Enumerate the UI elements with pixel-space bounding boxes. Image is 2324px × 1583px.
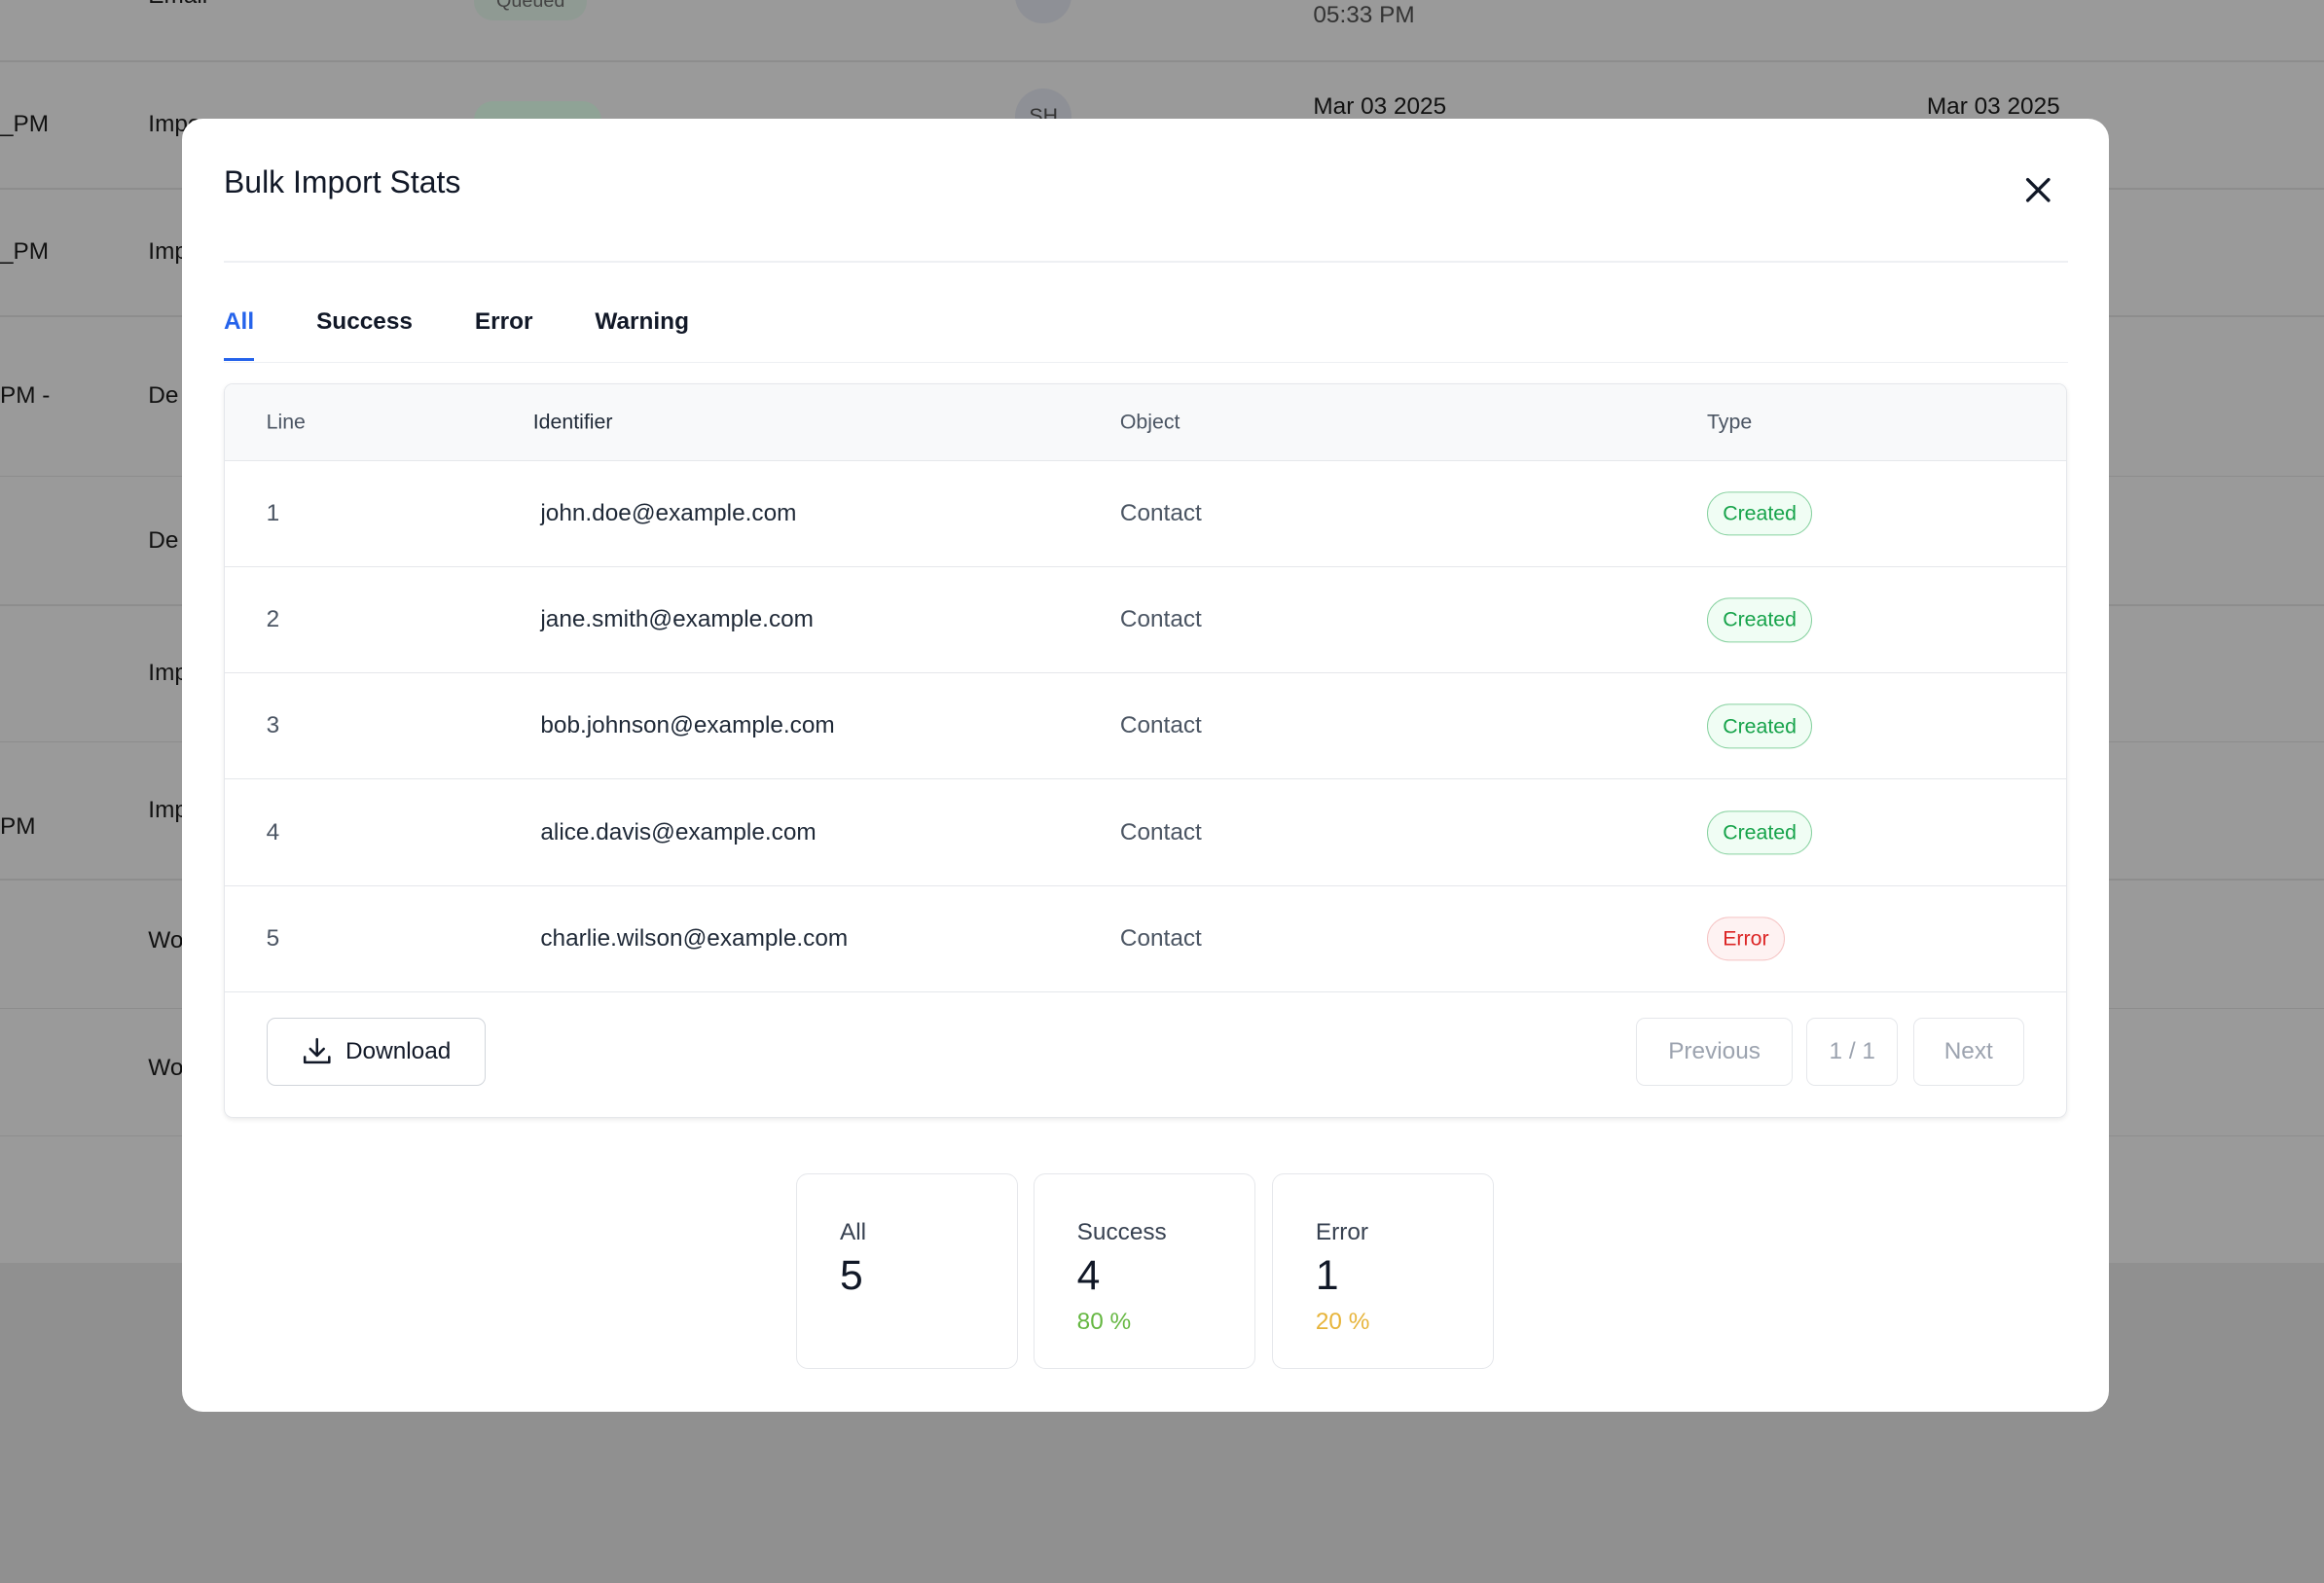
header-object: Object [1119,410,1180,434]
divider [223,261,2068,263]
header-line: Line [266,410,306,434]
type-badge: Created [1706,809,1813,855]
stat-card-all: All 5 [795,1173,1019,1370]
line-number: 4 [266,818,280,845]
object: Contact [1119,924,1202,952]
bg-time: 05:33 PM [1313,1,1415,28]
line-number: 1 [266,500,280,527]
table-header: Line Identifier Object Type [224,384,2066,462]
type-badge: Created [1706,491,1813,536]
bg-type: Wo [148,1055,184,1082]
object: Contact [1119,712,1202,739]
table-row: 1 john.doe@example.com Contact Created [224,461,2066,568]
stat-label: Success [1076,1218,1167,1245]
bg-time: _PM [0,238,50,266]
bg-created: Mar 03 2025 [1313,92,1447,120]
table-row: 5 charlie.wilson@example.com Contact Err… [224,886,2066,992]
bg-status-badge: Queued [474,0,588,21]
table-row: 4 alice.davis@example.com Contact Create… [224,779,2066,886]
header-type: Type [1706,410,1753,434]
bulk-import-stats-modal: Bulk Import Stats All Success Error Warn… [182,118,2110,1413]
bg-time: _PM [0,111,50,138]
download-button[interactable]: Download [266,1017,486,1086]
download-icon [304,1037,331,1064]
bg-type: Wo [148,927,184,954]
page-backdrop: Email Queued 05:33 PM _PM Impo SH Mar 03… [0,0,2324,1583]
close-button[interactable] [2020,172,2056,208]
stat-value: 5 [840,1251,863,1299]
stat-label: All [840,1218,867,1245]
stat-card-success: Success 4 80 % [1033,1173,1255,1370]
stat-percent: 80 % [1076,1309,1132,1336]
object: Contact [1119,500,1202,527]
close-icon [2025,177,2051,202]
stat-label: Error [1315,1218,1369,1245]
bg-type: Email [148,0,207,10]
line-number: 2 [266,606,280,633]
identifier: john.doe@example.com [540,500,797,527]
type-badge: Error [1706,917,1785,961]
header-identifier: Identifier [532,410,613,434]
identifier: charlie.wilson@example.com [540,924,849,952]
identifier: jane.smith@example.com [540,606,814,633]
bg-time: PM [0,813,36,841]
stat-value: 4 [1076,1251,1101,1299]
line-number: 3 [266,712,280,739]
page-indicator: 1 / 1 [1806,1017,1899,1086]
divider [0,60,2324,62]
bg-type: De [148,381,179,409]
line-number: 5 [266,924,280,952]
tab-error[interactable]: Error [475,308,533,361]
identifier: bob.johnson@example.com [540,712,835,739]
next-button[interactable]: Next [1912,1017,2024,1086]
bg-updated: Mar 03 2025 [1926,92,2060,120]
table-footer: Download Previous 1 / 1 Next [225,992,2066,1117]
download-label: Download [345,1037,452,1064]
results-table: Line Identifier Object Type 1 john.doe@e… [223,383,2067,1118]
type-badge: Created [1706,597,1813,642]
stat-card-error: Error 1 20 % [1271,1173,1495,1370]
bg-time: PM - [0,381,51,409]
tab-bar: All Success Error Warning [223,308,689,361]
stat-value: 1 [1315,1251,1339,1299]
bg-type: De [148,527,179,555]
table-row: 2 jane.smith@example.com Contact Created [224,567,2066,674]
stat-percent: 20 % [1315,1309,1370,1336]
previous-button[interactable]: Previous [1635,1017,1794,1086]
bg-avatar [1015,0,1072,24]
tab-all[interactable]: All [223,308,255,361]
object: Contact [1119,818,1202,845]
identifier: alice.davis@example.com [540,818,817,845]
tab-warning[interactable]: Warning [595,308,689,361]
type-badge: Created [1706,703,1813,749]
object: Contact [1119,606,1202,633]
modal-title: Bulk Import Stats [223,164,461,200]
divider [223,361,2068,364]
tab-success[interactable]: Success [316,308,413,361]
table-row: 3 bob.johnson@example.com Contact Create… [224,673,2066,780]
